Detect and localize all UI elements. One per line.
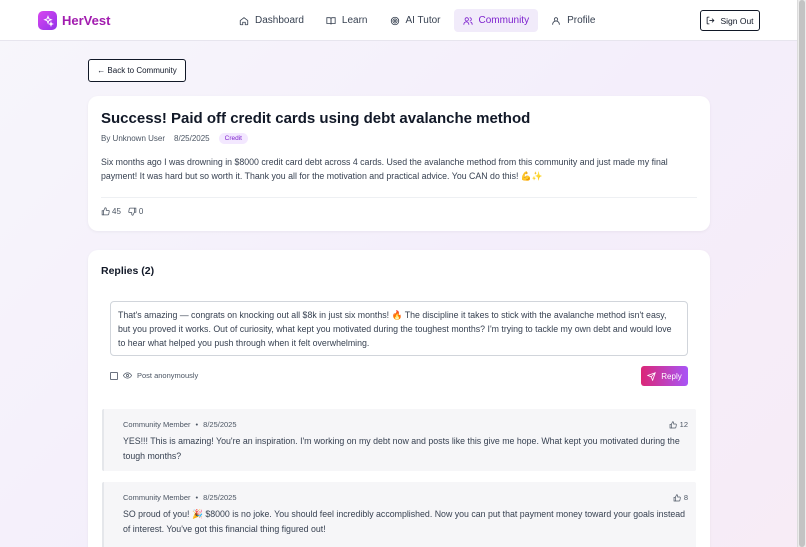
reply-like-button[interactable]: 12 [669, 420, 688, 429]
post-title: Success! Paid off credit cards using deb… [101, 110, 531, 127]
reply-button[interactable]: Reply [641, 366, 688, 386]
logout-icon [707, 16, 715, 25]
reply-like-count: 8 [683, 493, 688, 502]
back-to-community-button[interactable]: ← Back to Community [88, 59, 186, 82]
post-body: Six months ago I was drowning in $8000 c… [101, 157, 668, 181]
reply-date: 8/25/2025 [203, 420, 237, 429]
reply-meta: Community Member • 8/25/2025 [123, 420, 237, 429]
top-navbar: HerVest Dashboard Learn AI Tutor Communi… [0, 0, 797, 41]
thumbs-down-icon [128, 207, 137, 216]
nav-dashboard-label: Dashboard [255, 15, 304, 26]
eye-icon [123, 372, 132, 379]
replies-card: Replies (2) That's amazing — congrats on… [88, 250, 710, 547]
users-icon [462, 16, 473, 25]
nav-ai-tutor[interactable]: AI Tutor [381, 9, 450, 32]
reply-item: Community Member • 8/25/2025 12 YES!!! T… [102, 409, 696, 471]
nav-learn-label: Learn [341, 15, 368, 26]
post-meta: By Unknown User 8/25/2025 Credit [101, 133, 248, 144]
nav-dashboard[interactable]: Dashboard [230, 9, 313, 32]
reply-item: Community Member • 8/25/2025 8 SO proud … [102, 482, 696, 547]
nav-learn[interactable]: Learn [317, 9, 377, 32]
thumbs-up-icon [673, 493, 681, 501]
nav-community-label: Community [478, 15, 530, 26]
replies-title: Replies (2) [101, 265, 155, 277]
post-divider [101, 197, 697, 198]
reply-like-count: 12 [679, 420, 688, 429]
post-votes: 45 0 [101, 207, 143, 216]
sparkles-icon [38, 11, 57, 30]
reply-like-button[interactable]: 8 [673, 493, 688, 502]
reply-meta: Community Member • 8/25/2025 [123, 493, 237, 502]
home-icon [239, 16, 249, 25]
book-icon [326, 16, 336, 24]
reply-author: Community Member [123, 420, 191, 429]
dislike-count: 0 [138, 207, 144, 216]
reply-button-label: Reply [661, 371, 682, 381]
like-button[interactable]: 45 [101, 207, 121, 216]
post-card: Success! Paid off credit cards using deb… [88, 96, 710, 231]
post-anonymously-toggle[interactable]: Post anonymously [110, 371, 198, 380]
scrollbar-thumb[interactable] [799, 0, 805, 547]
reply-date: 8/25/2025 [203, 493, 237, 502]
post-tag: Credit [218, 133, 248, 144]
nav-profile[interactable]: Profile [542, 9, 604, 32]
thumbs-up-icon [669, 420, 677, 428]
anonymous-checkbox[interactable] [110, 371, 118, 380]
anonymous-label: Post anonymously [137, 371, 199, 380]
reply-text: SO proud of you! 🎉 $8000 is no joke. You… [123, 509, 686, 534]
like-count: 45 [112, 207, 121, 216]
send-icon [647, 371, 657, 381]
sign-out-label: Sign Out [720, 15, 754, 26]
page-scrollbar[interactable] [797, 0, 806, 547]
reply-textarea[interactable]: That's amazing — congrats on knocking ou… [110, 301, 688, 356]
user-icon [552, 16, 560, 25]
target-icon [390, 16, 399, 25]
main-nav: Dashboard Learn AI Tutor Community Profi… [230, 9, 604, 32]
thumbs-up-icon [101, 207, 110, 216]
brand[interactable]: HerVest [38, 11, 110, 30]
brand-name: HerVest [62, 13, 111, 28]
nav-ai-tutor-label: AI Tutor [405, 15, 441, 26]
meta-separator: • [195, 420, 199, 429]
dislike-button[interactable]: 0 [128, 207, 143, 216]
nav-profile-label: Profile [567, 15, 596, 26]
sign-out-button[interactable]: Sign Out [700, 10, 760, 31]
reply-text: YES!!! This is amazing! You're an inspir… [123, 436, 680, 461]
reply-author: Community Member [123, 493, 191, 502]
post-date: 8/25/2025 [174, 134, 210, 143]
meta-separator: • [195, 493, 199, 502]
post-author: By Unknown User [101, 134, 166, 143]
nav-community[interactable]: Community [453, 9, 539, 32]
